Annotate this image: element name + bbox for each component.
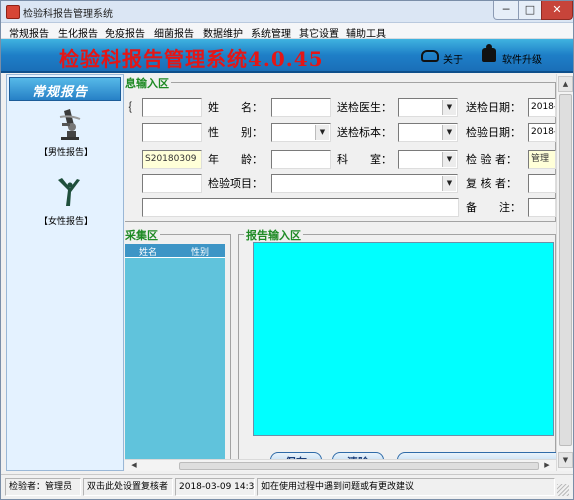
upgrade-button[interactable]: 软件升级 — [502, 51, 542, 66]
reviewer-label: 复 核 者： — [466, 177, 517, 190]
menu-other-settings[interactable]: 其它设置 — [299, 25, 339, 40]
column-name[interactable]: 姓名 — [139, 245, 157, 258]
status-reviewer-hint[interactable]: 双击此处设置复核者 — [83, 478, 173, 496]
scroll-up-icon[interactable]: ▲ — [558, 76, 573, 92]
row4-edge-label: ， — [125, 175, 132, 191]
doctor-select[interactable]: ▼ — [398, 98, 458, 117]
chevron-down-icon[interactable]: ▼ — [442, 100, 456, 115]
patient-id-field[interactable] — [142, 98, 202, 117]
row1-edge-label: ｛ — [125, 99, 132, 115]
bed-no-field[interactable] — [142, 123, 202, 142]
tester-label: 检 验 者： — [466, 153, 517, 166]
chevron-down-icon[interactable]: ▼ — [442, 176, 456, 191]
microscope-icon[interactable] — [58, 107, 82, 141]
gender-label: 性 别： — [208, 126, 263, 139]
dept-select[interactable]: ▼ — [398, 150, 458, 169]
minimize-button[interactable]: ─ — [493, 1, 519, 20]
chevron-down-icon[interactable]: ▼ — [442, 152, 456, 167]
gender-select[interactable]: ▼ — [271, 123, 331, 142]
status-tester: 检验者：管理员 — [5, 478, 81, 496]
horizontal-scroll-thumb[interactable] — [179, 462, 539, 470]
chevron-down-icon[interactable]: ▼ — [442, 125, 456, 140]
resize-grip-icon[interactable] — [557, 484, 569, 496]
header-banner: 检验科报告管理系统4.0.45 关于 软件升级 — [1, 39, 573, 73]
vertical-scrollbar[interactable]: ▲ ▼ — [556, 74, 573, 471]
row2-edge-label: ｝ — [125, 124, 132, 140]
sidebar-header[interactable]: 常规报告 — [9, 77, 121, 101]
scroll-right-icon[interactable]: ▶ — [540, 460, 554, 471]
row5-edge-label: ： — [125, 199, 132, 215]
menu-biochem-report[interactable]: 生化报告 — [58, 25, 98, 40]
sample-select[interactable]: ▼ — [398, 123, 458, 142]
main-panel: 息输入区 ｛ 姓 名： 送检医生： ▼ 送检日期： 2018-0 ｝ 性 别： … — [125, 74, 556, 471]
collection-frame-label: 采集区 — [125, 227, 160, 243]
age-label: 年 龄： — [208, 153, 263, 166]
row3-edge-label: ： — [125, 151, 132, 167]
menu-system-management[interactable]: 系统管理 — [251, 25, 291, 40]
status-feedback: 如在使用过程中遇到问题或有更改建议 — [257, 478, 555, 496]
title-bar: 检验科报告管理系统 ─ □ ✕ — [1, 1, 573, 23]
dept-label: 科 室： — [337, 153, 392, 166]
menu-bacteria-report[interactable]: 细菌报告 — [154, 25, 194, 40]
status-bar: 检验者：管理员 双击此处设置复核者 2018-03-09 14:39:22 如在… — [1, 474, 573, 499]
menu-aux-tools[interactable]: 辅助工具 — [346, 25, 386, 40]
age-field[interactable] — [271, 150, 331, 169]
collection-grid-header: 姓名 性别 — [125, 244, 225, 258]
about-button[interactable]: 关于 — [443, 51, 463, 66]
scroll-down-icon[interactable]: ▼ — [558, 452, 573, 468]
report-input-area[interactable] — [253, 242, 554, 436]
banner-title: 检验科报告管理系统4.0.45 — [59, 47, 324, 71]
remark-label: 备 注： — [466, 201, 521, 214]
clinical-field[interactable] — [142, 174, 202, 193]
status-datetime: 2018-03-09 14:39:22 — [175, 478, 255, 496]
tester-field[interactable]: 管理 — [528, 150, 556, 169]
upgrade-icon[interactable] — [482, 44, 496, 62]
female-figure-icon[interactable] — [54, 176, 84, 208]
name-field[interactable] — [271, 98, 331, 117]
sidebar-header-label: 常规报告 — [32, 85, 89, 100]
doctor-label: 送检医生： — [337, 101, 392, 114]
collection-grid[interactable]: 姓名 性别 — [125, 244, 225, 464]
reviewer-field[interactable] — [528, 174, 556, 193]
main-window: 检验科报告管理系统 ─ □ ✕ 常规报告 生化报告 免疫报告 细菌报告 数据维护… — [0, 0, 574, 500]
report-frame-label: 报告输入区 — [244, 227, 303, 243]
items-label: 检验项目： — [208, 177, 263, 190]
scroll-left-icon[interactable]: ◀ — [127, 460, 141, 471]
column-gender[interactable]: 性别 — [191, 245, 209, 258]
sidebar-item-female-report[interactable]: 【女性报告】 — [7, 214, 125, 227]
sidebar: 常规报告 【男性报告】 【女性报告】 — [6, 74, 124, 471]
items-select[interactable]: ▼ — [271, 174, 458, 193]
patient-info-frame-label: 息输入区 — [125, 75, 171, 91]
send-date-field[interactable]: 2018-0 — [528, 98, 556, 117]
vertical-scroll-thumb[interactable] — [559, 94, 572, 446]
menu-bar: 常规报告 生化报告 免疫报告 细菌报告 数据维护 系统管理 其它设置 辅助工具 — [1, 23, 573, 40]
close-button[interactable]: ✕ — [541, 1, 573, 20]
sample-id-field[interactable]: S20180309 — [142, 150, 202, 169]
sample-label: 送检标本： — [337, 126, 392, 139]
menu-data-maintenance[interactable]: 数据维护 — [203, 25, 243, 40]
menu-immune-report[interactable]: 免疫报告 — [105, 25, 145, 40]
diagnosis-field[interactable] — [142, 198, 459, 217]
sidebar-item-male-report[interactable]: 【男性报告】 — [7, 145, 125, 158]
menu-routine-report[interactable]: 常规报告 — [9, 25, 49, 40]
test-date-label: 检验日期： — [466, 126, 521, 139]
chevron-down-icon[interactable]: ▼ — [315, 125, 329, 140]
remark-field[interactable] — [528, 198, 556, 217]
test-date-field[interactable]: 2018-0 — [528, 123, 556, 142]
app-icon — [6, 5, 20, 19]
send-date-label: 送检日期： — [466, 101, 521, 114]
horizontal-scrollbar[interactable]: ◀ ▶ — [125, 459, 556, 471]
about-icon[interactable] — [421, 50, 439, 62]
window-title: 检验科报告管理系统 — [23, 9, 113, 20]
name-label: 姓 名： — [208, 101, 263, 114]
maximize-button[interactable]: □ — [518, 1, 542, 20]
